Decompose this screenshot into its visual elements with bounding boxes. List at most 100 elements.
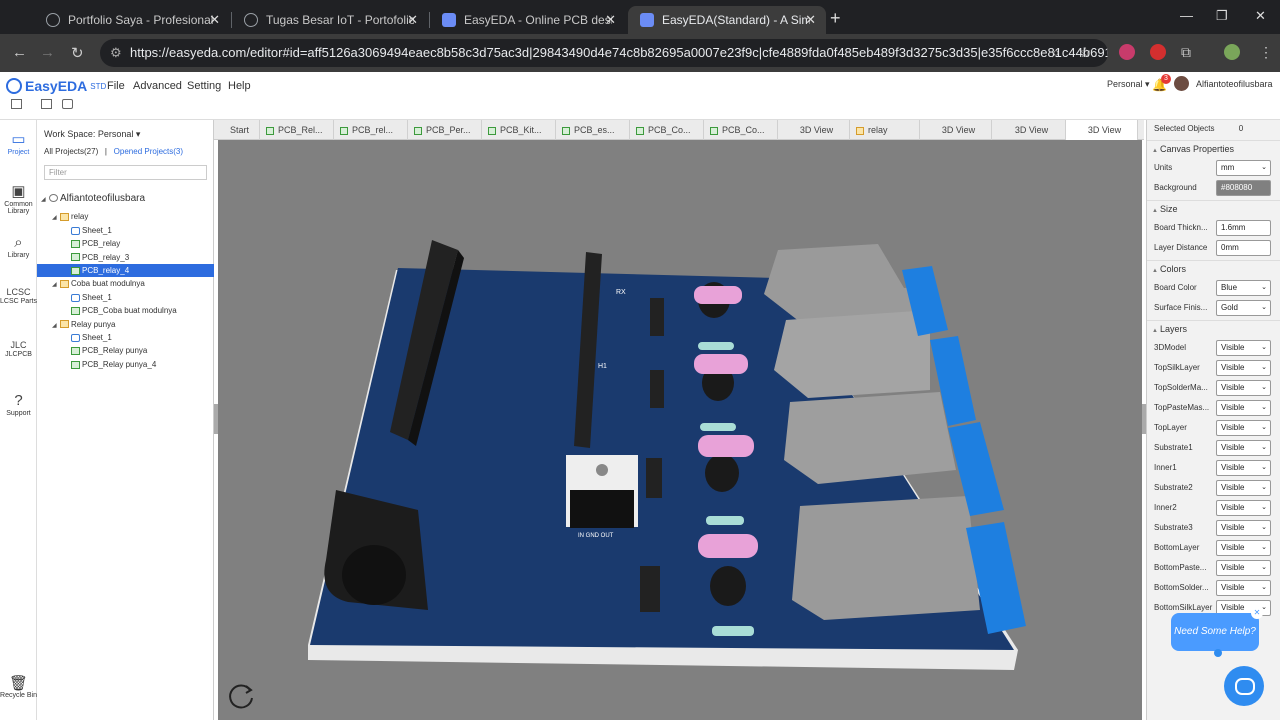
new-tab-icon[interactable]: + [830,8,841,29]
doc-tab[interactable]: PCB_rel... [334,120,408,140]
doc-tab[interactable]: PCB_Per... [408,120,482,140]
layer-visibility-select[interactable]: Visible ⌄ [1216,560,1271,576]
extensions-puzzle-icon[interactable]: ⧉ [1181,44,1191,61]
browser-tab-2[interactable]: Tugas Besar IoT - Portofolio ✕ [232,6,428,34]
address-bar[interactable]: ⚙ https://easyeda.com/editor#id=aff5126a… [100,39,1108,67]
tree-item[interactable]: PCB_Relay punya [37,344,214,357]
close-icon[interactable]: ✕ [1251,607,1263,619]
workspace-dropdown[interactable]: Personal ▾ [1107,79,1150,90]
layer-distance-input[interactable]: 0mm [1216,240,1271,256]
board-thickness-input[interactable]: 1.6mm [1216,220,1271,236]
tree-item[interactable]: PCB_Relay punya_4 [37,358,214,371]
layer-visibility-select[interactable]: Visible ⌄ [1216,420,1271,436]
tree-item[interactable]: PCB_relay_3 [37,251,214,264]
opened-projects-link[interactable]: Opened Projects(3) [114,147,183,156]
layer-visibility-select[interactable]: Visible ⌄ [1216,480,1271,496]
left-splitter-handle[interactable] [214,404,218,434]
profile-avatar[interactable] [1224,44,1240,60]
all-projects-link[interactable]: All Projects(27) [44,147,98,156]
doc-tab[interactable]: PCB_Co... [630,120,704,140]
doc-tab[interactable]: 3D View [778,120,850,140]
doc-tab[interactable]: 3D View [920,120,992,140]
tree-item[interactable]: Sheet_1 [37,331,214,344]
menu-file[interactable]: File [107,80,125,92]
section-size[interactable]: ▲ Size [1147,200,1280,217]
back-icon[interactable]: ← [12,44,27,61]
layer-visibility-select[interactable]: Visible ⌄ [1216,460,1271,476]
tree-item[interactable]: Sheet_1 [37,224,214,237]
zoom-icon[interactable]: ⌕ [1052,44,1060,61]
username[interactable]: Alfiantoteofilusbara [1196,79,1273,89]
image-icon[interactable] [41,99,52,109]
extension-icon[interactable] [1150,44,1166,60]
extension-icon[interactable] [1119,44,1135,60]
section-canvas-properties[interactable]: ▲ Canvas Properties [1147,140,1280,157]
layer-visibility-select[interactable]: Visible ⌄ [1216,400,1271,416]
easyeda-logo[interactable]: EasyEDA STD [6,78,106,94]
save-icon[interactable] [11,99,22,109]
minimize-icon[interactable]: — [1180,8,1193,23]
site-info-icon[interactable]: ⚙ [110,39,122,67]
close-icon[interactable]: ✕ [605,12,616,28]
doc-tab[interactable]: PCB_Co... [704,120,778,140]
layer-visibility-select[interactable]: Visible ⌄ [1216,580,1271,596]
nav-library[interactable]: ⌕ Library [0,234,37,259]
surface-finish-select[interactable]: Gold ⌄ [1216,300,1271,316]
section-colors[interactable]: ▲ Colors [1147,260,1280,277]
tree-item[interactable]: PCB_relay_4 [37,264,214,277]
workspace-selector[interactable]: Work Space: Personal ▾ [44,129,140,140]
layer-visibility-select[interactable]: Visible ⌄ [1216,440,1271,456]
layer-visibility-select[interactable]: Visible ⌄ [1216,340,1271,356]
layer-visibility-select[interactable]: Visible ⌄ [1216,520,1271,536]
browser-menu-icon[interactable]: ⋮ [1259,44,1273,61]
tree-item[interactable]: ◢ Alfiantoteofilusbara [37,192,214,205]
nav-support[interactable]: ? Support [0,392,37,417]
units-select[interactable]: mm ⌄ [1216,160,1271,176]
forward-icon[interactable]: → [40,44,55,61]
doc-tab[interactable]: PCB_Kit... [482,120,556,140]
background-color-input[interactable]: #808080 [1216,180,1271,196]
tree-item[interactable]: PCB_relay [37,237,214,250]
section-layers[interactable]: ▲ Layers [1147,320,1280,337]
close-icon[interactable]: ✕ [805,12,816,28]
tree-item[interactable]: ◢ relay [37,210,214,223]
doc-tab[interactable]: 3D View [992,120,1066,140]
layer-visibility-select[interactable]: Visible ⌄ [1216,360,1271,376]
doc-tab[interactable]: Start [214,120,260,140]
tree-item[interactable]: ◢ Relay punya [37,318,214,331]
chat-icon[interactable] [1224,666,1264,706]
layer-visibility-select[interactable]: Visible ⌄ [1216,380,1271,396]
board-color-select[interactable]: Blue ⌄ [1216,280,1271,296]
bookmark-star-icon[interactable]: ☆ [1079,44,1092,61]
close-icon[interactable]: ✕ [209,12,220,28]
tree-item[interactable]: PCB_Coba buat modulnya [37,304,214,317]
browser-tab-1[interactable]: Portfolio Saya - Profesional Cr... ✕ [34,6,230,34]
reload-icon[interactable]: ↻ [71,44,84,62]
layers-icon[interactable] [62,99,73,109]
browser-tab-3[interactable]: EasyEDA - Online PCB design &... ✕ [430,6,626,34]
expand-arrow-icon[interactable]: ◢ [41,194,49,207]
layer-visibility-select[interactable]: Visible ⌄ [1216,540,1271,556]
nav-common-library[interactable]: ▣ Common Library [0,182,37,215]
doc-tab[interactable]: 3D View [1066,120,1138,140]
close-icon[interactable]: ✕ [407,12,418,28]
menu-setting[interactable]: Setting [187,80,221,92]
tree-item[interactable]: Sheet_1 [37,291,214,304]
window-close-icon[interactable]: ✕ [1255,8,1266,24]
doc-tab[interactable]: PCB_Rel... [260,120,334,140]
maximize-icon[interactable]: ❐ [1216,8,1228,24]
doc-tab[interactable]: relay [850,120,920,140]
tree-item[interactable]: ◢ Coba buat modulnya [37,277,214,290]
menu-help[interactable]: Help [228,80,251,92]
rotate-view-icon[interactable] [226,682,256,712]
user-avatar[interactable] [1174,76,1189,91]
layer-visibility-select[interactable]: Visible ⌄ [1216,500,1271,516]
filter-input[interactable]: Filter [44,165,207,180]
help-bubble[interactable]: Need Some Help? ✕ [1171,607,1263,651]
3d-view-canvas[interactable]: IN GND OUT RX H1 [218,140,1142,720]
nav-project[interactable]: ▭ Project [0,130,37,156]
doc-tab[interactable]: PCB_es... [556,120,630,140]
nav-lcsc-parts[interactable]: LCSC LCSC Parts [0,287,37,305]
browser-tab-4[interactable]: EasyEDA(Standard) - A Simple a... ✕ [628,6,826,34]
nav-jlcpcb[interactable]: JLC JLCPCB [0,340,37,358]
